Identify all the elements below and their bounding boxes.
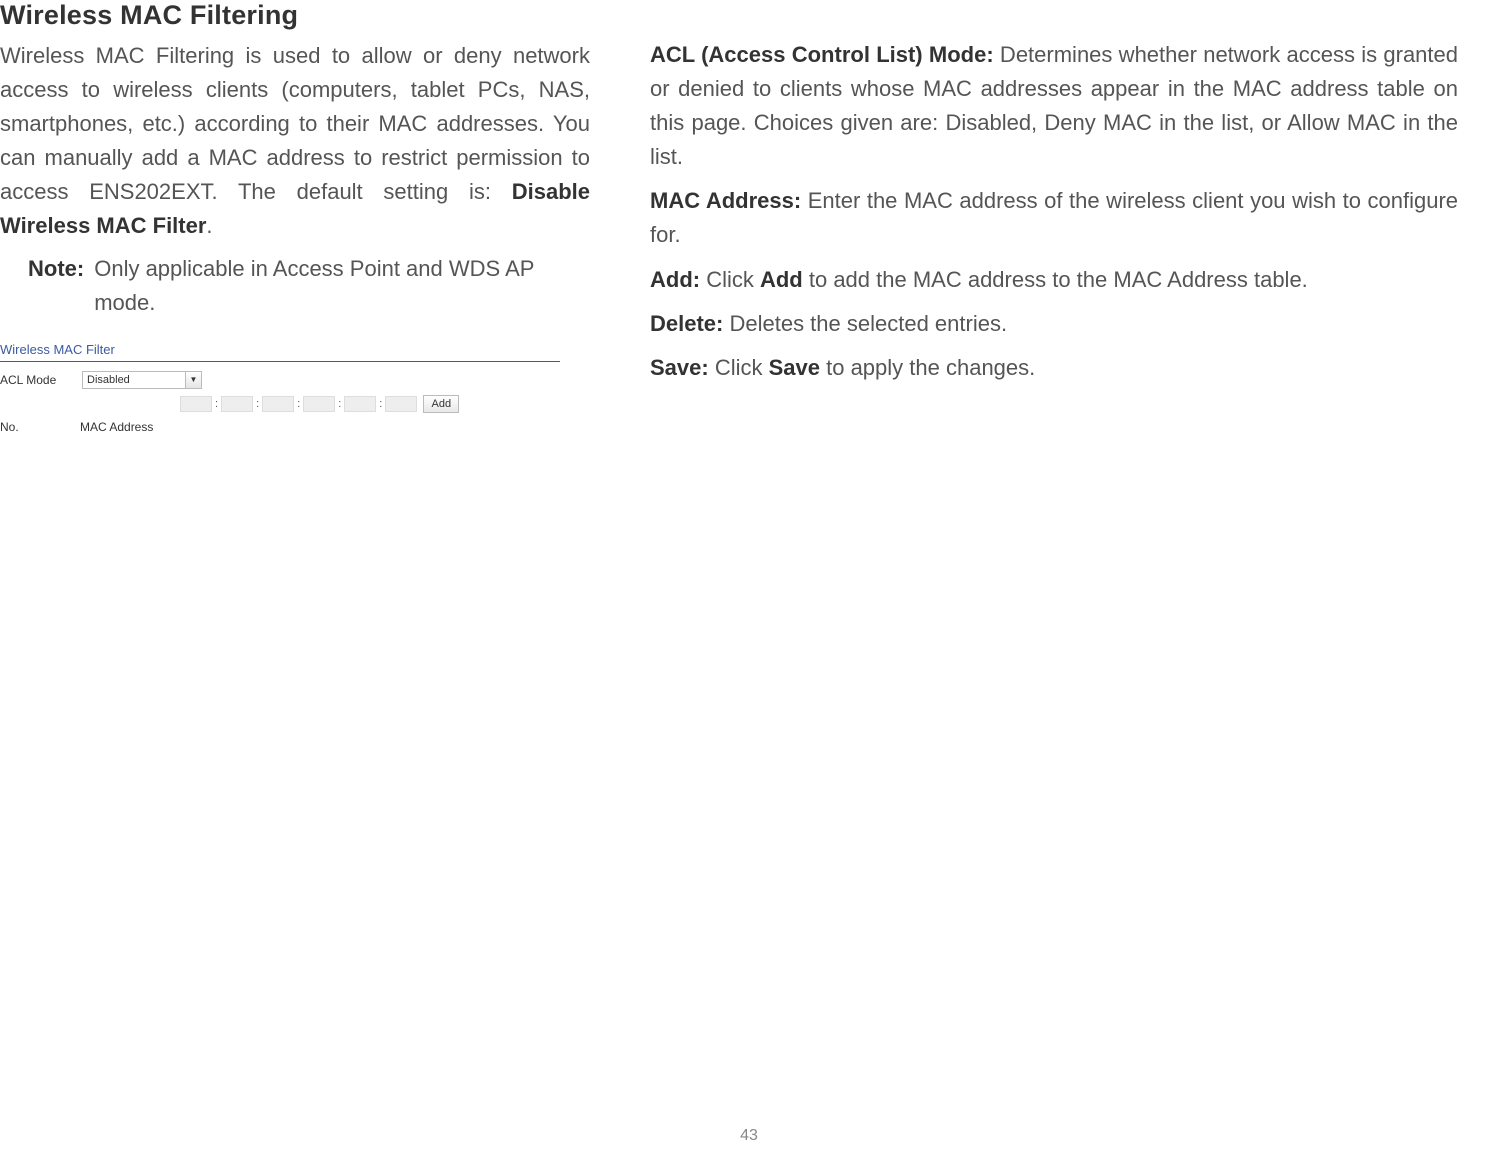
mac-separator: : xyxy=(335,398,344,410)
mac-filter-screenshot: Wireless MAC Filter ACL Mode Disabled ▼ … xyxy=(0,342,560,438)
mac-octet-input[interactable] xyxy=(221,396,253,412)
def-add-post: to add the MAC address to the MAC Addres… xyxy=(803,267,1308,292)
mac-input-row: : : : : : Add xyxy=(0,392,560,416)
def-add-bold: Add xyxy=(760,267,803,292)
acl-mode-label: ACL Mode xyxy=(0,373,70,387)
intro-paragraph: Wireless MAC Filtering is used to allow … xyxy=(0,39,590,244)
def-save-post: to apply the changes. xyxy=(820,355,1035,380)
mac-separator: : xyxy=(212,398,221,410)
mac-table-header: No. MAC Address xyxy=(0,416,560,438)
col-mac: MAC Address xyxy=(80,420,153,434)
note-block: Note: Only applicable in Access Point an… xyxy=(0,252,590,320)
note-label: Note: xyxy=(28,252,84,320)
mac-octet-input[interactable] xyxy=(385,396,417,412)
def-save: Save: Click Save to apply the changes. xyxy=(650,351,1458,385)
mac-separator: : xyxy=(294,398,303,410)
acl-mode-value: Disabled xyxy=(87,374,130,386)
acl-mode-row: ACL Mode Disabled ▼ xyxy=(0,368,560,392)
def-save-bold: Save xyxy=(769,355,820,380)
mac-octet-input[interactable] xyxy=(180,396,212,412)
note-text: Only applicable in Access Point and WDS … xyxy=(94,252,590,320)
intro-text: Wireless MAC Filtering is used to allow … xyxy=(0,43,590,204)
chevron-down-icon: ▼ xyxy=(185,372,201,388)
page-title: Wireless MAC Filtering xyxy=(0,0,590,31)
def-delete-text: Deletes the selected entries. xyxy=(723,311,1007,336)
term-delete: Delete: xyxy=(650,311,723,336)
mac-octet-input[interactable] xyxy=(262,396,294,412)
def-delete: Delete: Deletes the selected entries. xyxy=(650,307,1458,341)
def-mac: MAC Address: Enter the MAC address of th… xyxy=(650,184,1458,252)
mac-separator: : xyxy=(253,398,262,410)
add-button[interactable]: Add xyxy=(423,395,459,413)
mac-input-group: : : : : : Add xyxy=(180,395,459,413)
screenshot-title: Wireless MAC Filter xyxy=(0,342,560,362)
col-no: No. xyxy=(0,420,40,434)
def-add: Add: Click Add to add the MAC address to… xyxy=(650,263,1458,297)
term-mac: MAC Address: xyxy=(650,188,801,213)
term-acl: ACL (Access Control List) Mode: xyxy=(650,42,994,67)
page-number: 43 xyxy=(0,1127,1498,1145)
term-save: Save: xyxy=(650,355,709,380)
mac-octet-input[interactable] xyxy=(344,396,376,412)
def-acl: ACL (Access Control List) Mode: Determin… xyxy=(650,38,1458,174)
acl-mode-select[interactable]: Disabled ▼ xyxy=(82,371,202,389)
def-add-pre: Click xyxy=(700,267,760,292)
def-save-pre: Click xyxy=(709,355,769,380)
term-add: Add: xyxy=(650,267,700,292)
definitions-column: ACL (Access Control List) Mode: Determin… xyxy=(650,0,1458,438)
mac-separator: : xyxy=(376,398,385,410)
mac-octet-input[interactable] xyxy=(303,396,335,412)
intro-end: . xyxy=(206,213,212,238)
